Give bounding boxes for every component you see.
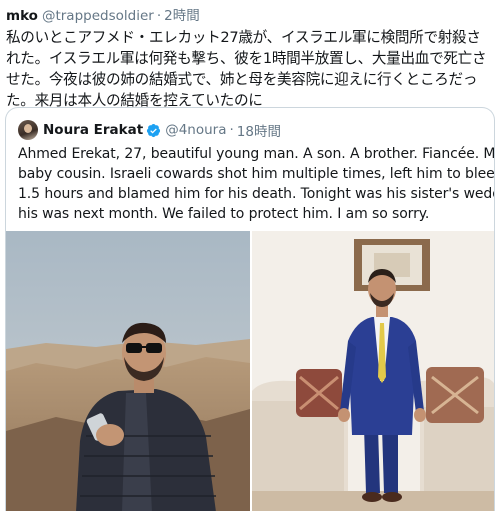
outer-tweet[interactable]: mko @trappedsoldier · 2時間 私のいとこアフメド・エレカッ…: [0, 0, 500, 511]
tweet-time[interactable]: 2時間: [164, 4, 200, 24]
quoted-text-line: his was next month. We failed to protect…: [18, 206, 430, 222]
tweet-header: mko @trappedsoldier · 2時間: [6, 4, 200, 24]
tweet-text-line: 私のいとこアフメド・エレカット27歳が、イスラエル軍に検問所で射殺さ: [6, 29, 481, 46]
quoted-text-line: baby cousin. Israeli cowards shot him mu…: [18, 166, 495, 182]
verified-badge-icon: [147, 123, 161, 137]
quoted-text-line: Ahmed Erekat, 27, beautiful young man. A…: [18, 146, 495, 162]
quoted-tweet-text: Ahmed Erekat, 27, beautiful young man. A…: [18, 144, 495, 224]
quoted-author-handle[interactable]: @4noura: [165, 122, 226, 138]
quoted-header-separator: ·: [229, 122, 234, 138]
quoted-author-name[interactable]: Noura Erakat: [43, 122, 143, 138]
author-handle[interactable]: @trappedsoldier: [42, 8, 154, 24]
tweet-text: 私のいとこアフメド・エレカット27歳が、イスラエル軍に検問所で射殺さ れた。イス…: [6, 27, 498, 111]
photo-man-desert-overlook[interactable]: [6, 231, 250, 511]
suit-photo-illustration: [252, 231, 494, 511]
quoted-author-avatar[interactable]: [18, 120, 38, 140]
desert-photo-illustration: [6, 231, 250, 511]
quoted-tweet-card[interactable]: Noura Erakat @4noura · 18時間 Ahmed Erekat…: [5, 107, 495, 511]
tweet-text-line: せた。今夜は彼の姉の結婚式で、姉と母を美容院に迎えに行くところだっ: [6, 71, 478, 88]
author-name[interactable]: mko: [6, 8, 38, 24]
quoted-tweet-time[interactable]: 18時間: [237, 120, 281, 140]
photo-man-blue-suit-indoors[interactable]: [252, 231, 494, 511]
quoted-text-line: 1.5 hours and blamed him for his death. …: [18, 186, 495, 202]
header-separator: ·: [156, 8, 162, 24]
tweet-text-line: れた。イスラエル軍は何発も撃ち、彼を1時間半放置し、大量出血で死亡さ: [6, 50, 487, 67]
quoted-tweet-header: Noura Erakat @4noura · 18時間: [18, 120, 281, 140]
